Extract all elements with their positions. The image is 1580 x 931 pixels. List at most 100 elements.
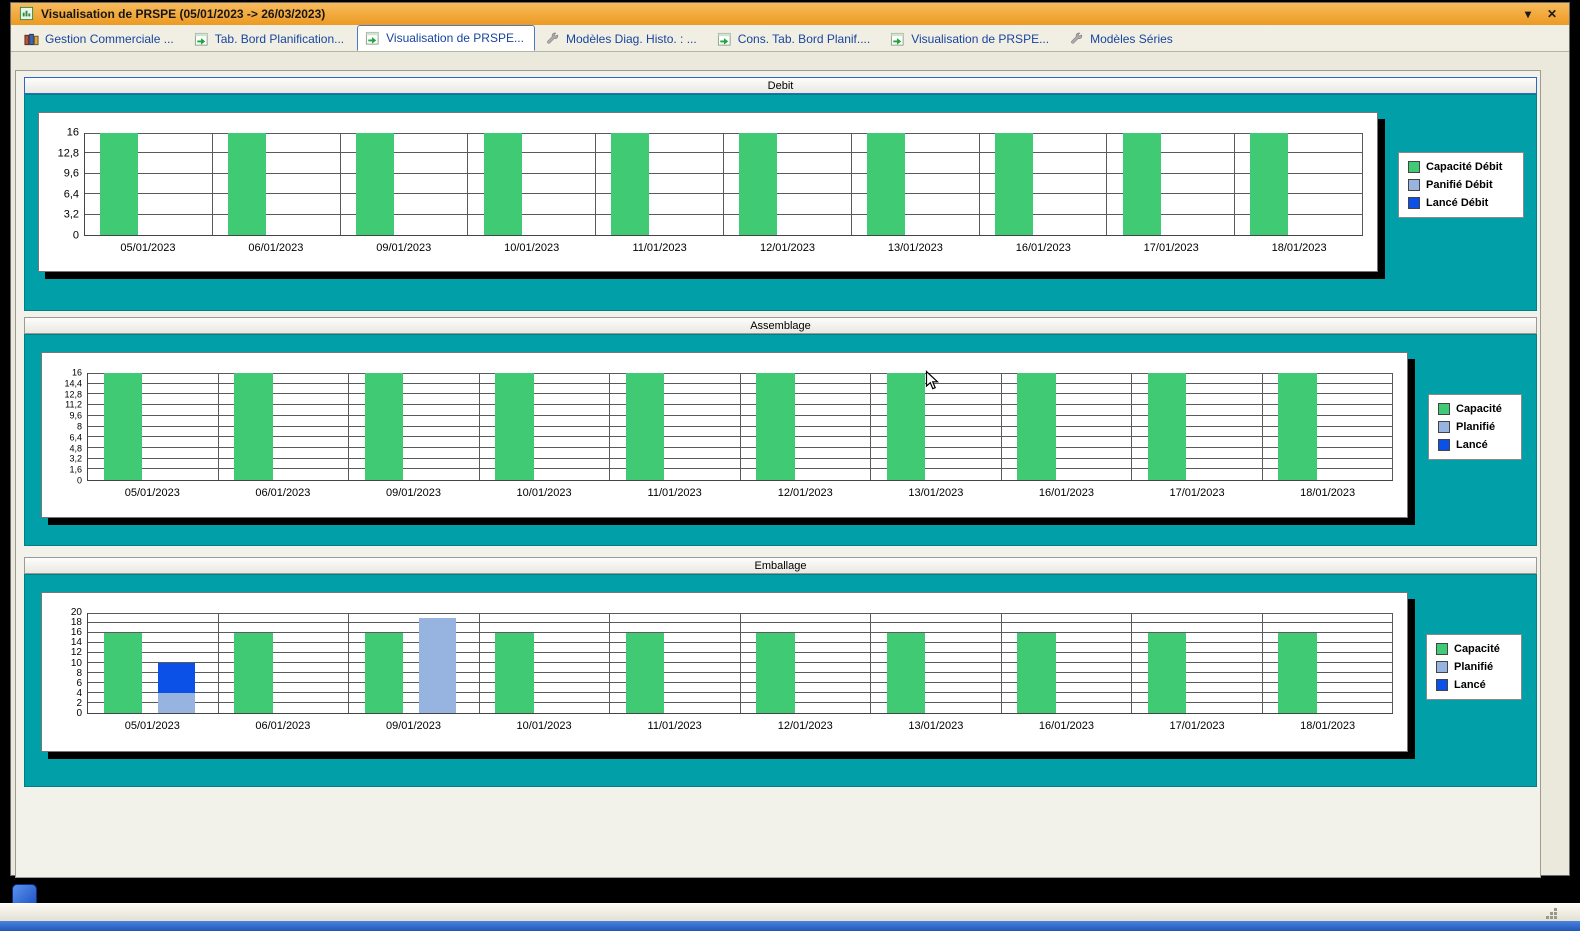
- tab-label: Gestion Commerciale ...: [45, 32, 174, 46]
- legend-label: Capacité: [1454, 643, 1500, 655]
- chart-column: [1263, 373, 1394, 480]
- chart-column: [1235, 133, 1363, 235]
- y-tick-label: 6,4: [69, 433, 82, 442]
- legend-label: Planifié: [1456, 421, 1495, 433]
- tab-5[interactable]: Cons. Tab. Bord Planif....: [710, 27, 881, 51]
- legend-swatch: [1408, 161, 1420, 173]
- bar-planned: [158, 693, 196, 713]
- plot-area: [87, 613, 1393, 714]
- x-tick-label: 09/01/2023: [348, 720, 479, 732]
- chart-column: [468, 133, 596, 235]
- chart-column: [852, 133, 980, 235]
- x-tick-label: 11/01/2023: [609, 487, 740, 499]
- chart-column: [1132, 613, 1263, 713]
- tab-1[interactable]: Gestion Commerciale ...: [17, 27, 184, 51]
- bar-capacity: [234, 633, 273, 713]
- y-tick-label: 16: [72, 369, 82, 378]
- panel-emballage: Emballage 02468101214161820 05/01/202306…: [24, 557, 1537, 787]
- y-axis-labels: 02468101214161820: [48, 613, 87, 714]
- bar-capacity: [228, 133, 266, 235]
- bar-capacity: [626, 373, 665, 480]
- x-tick-label: 06/01/2023: [218, 487, 349, 499]
- legend-swatch: [1436, 643, 1448, 655]
- bar-planned: [419, 618, 457, 713]
- legend-item: Lancé: [1436, 679, 1512, 691]
- bar-capacity: [484, 133, 522, 235]
- bar-capacity: [495, 373, 534, 480]
- legend-swatch: [1408, 197, 1420, 209]
- tab-4[interactable]: Modèles Diag. Histo. : ...: [538, 27, 707, 51]
- bar-capacity: [365, 373, 404, 480]
- plot-area: [87, 373, 1393, 481]
- panel-title: Debit: [768, 80, 794, 92]
- chart-assemblage: 01,63,24,86,489,611,212,814,416 05/01/20…: [41, 352, 1408, 518]
- tab-6[interactable]: Visualisation de PRSPE...: [883, 27, 1059, 51]
- x-tick-label: 10/01/2023: [479, 720, 610, 732]
- x-tick-label: 09/01/2023: [340, 242, 468, 254]
- panel-title: Assemblage: [750, 320, 811, 332]
- chart-column: [341, 133, 469, 235]
- tab-2[interactable]: Tab. Bord Planification...: [187, 27, 354, 51]
- y-tick-label: 9,6: [69, 412, 82, 421]
- legend-item: Lancé Débit: [1408, 197, 1514, 209]
- bar-capacity: [756, 373, 795, 480]
- collapse-icon[interactable]: ▾: [1519, 7, 1537, 21]
- content-area: Debit 03,26,49,612,816 05/01/202306/01/2…: [11, 52, 1569, 875]
- y-tick-label: 12,8: [58, 148, 79, 159]
- bar-capacity: [1017, 633, 1056, 713]
- x-axis-labels: 05/01/202306/01/202309/01/202310/01/2023…: [87, 714, 1393, 738]
- x-tick-label: 13/01/2023: [851, 242, 979, 254]
- y-tick-label: 14: [71, 638, 82, 648]
- y-tick-label: 6,4: [64, 189, 79, 200]
- x-tick-label: 17/01/2023: [1132, 720, 1263, 732]
- chart-column: [980, 133, 1108, 235]
- chart-column: [213, 133, 341, 235]
- report-icon: [365, 31, 381, 46]
- close-icon[interactable]: ✕: [1543, 7, 1561, 21]
- window-icon: [19, 6, 35, 22]
- x-tick-label: 18/01/2023: [1262, 487, 1393, 499]
- x-tick-label: 05/01/2023: [84, 242, 212, 254]
- x-tick-label: 09/01/2023: [348, 487, 479, 499]
- y-tick-label: 3,2: [64, 210, 79, 221]
- panel-body-assemblage: 01,63,24,86,489,611,212,814,416 05/01/20…: [24, 334, 1537, 546]
- legend-item: Panifié Débit: [1408, 179, 1514, 191]
- panel-header-emballage: Emballage: [24, 557, 1537, 574]
- y-tick-label: 9,6: [64, 169, 79, 180]
- panel-debit: Debit 03,26,49,612,816 05/01/202306/01/2…: [24, 77, 1537, 311]
- chart-column: [1132, 373, 1263, 480]
- bar-launched: [158, 663, 196, 693]
- legend-item: Capacité: [1436, 643, 1512, 655]
- legend-item: Capacité Débit: [1408, 161, 1514, 173]
- tab-3[interactable]: Visualisation de PRSPE...: [357, 25, 535, 51]
- bar-capacity: [365, 633, 404, 713]
- tab-label: Visualisation de PRSPE...: [386, 31, 524, 45]
- legend-label: Capacité: [1456, 403, 1502, 415]
- title-bar[interactable]: Visualisation de PRSPE (05/01/2023 -> 26…: [11, 3, 1569, 25]
- y-tick-label: 0: [76, 709, 82, 719]
- y-tick-label: 12,8: [64, 390, 82, 399]
- chart-column: [610, 613, 741, 713]
- legend-debit: Capacité Débit Panifié Débit Lancé Débit: [1398, 152, 1524, 218]
- tab-label: Visualisation de PRSPE...: [911, 32, 1049, 46]
- chart-column: [219, 373, 350, 480]
- chart-column: [85, 133, 213, 235]
- y-tick-label: 16: [71, 628, 82, 638]
- chart-column: [88, 373, 219, 480]
- legend-swatch: [1436, 661, 1448, 673]
- bar-capacity: [234, 373, 273, 480]
- y-tick-label: 14,4: [64, 379, 82, 388]
- legend-item: Planifié: [1438, 421, 1512, 433]
- legend-label: Lancé Débit: [1426, 197, 1488, 209]
- x-tick-label: 16/01/2023: [1001, 487, 1132, 499]
- chart-column: [349, 373, 480, 480]
- x-axis-labels: 05/01/202306/01/202309/01/202310/01/2023…: [87, 481, 1393, 505]
- bar-capacity: [104, 633, 143, 713]
- bar-capacity: [1278, 373, 1317, 480]
- tab-7[interactable]: Modèles Séries: [1062, 27, 1183, 51]
- app-icon: [24, 32, 40, 47]
- y-tick-label: 6: [76, 679, 82, 689]
- y-tick-label: 3,2: [69, 455, 82, 464]
- charts-panel: Debit 03,26,49,612,816 05/01/202306/01/2…: [15, 70, 1541, 878]
- x-tick-label: 11/01/2023: [609, 720, 740, 732]
